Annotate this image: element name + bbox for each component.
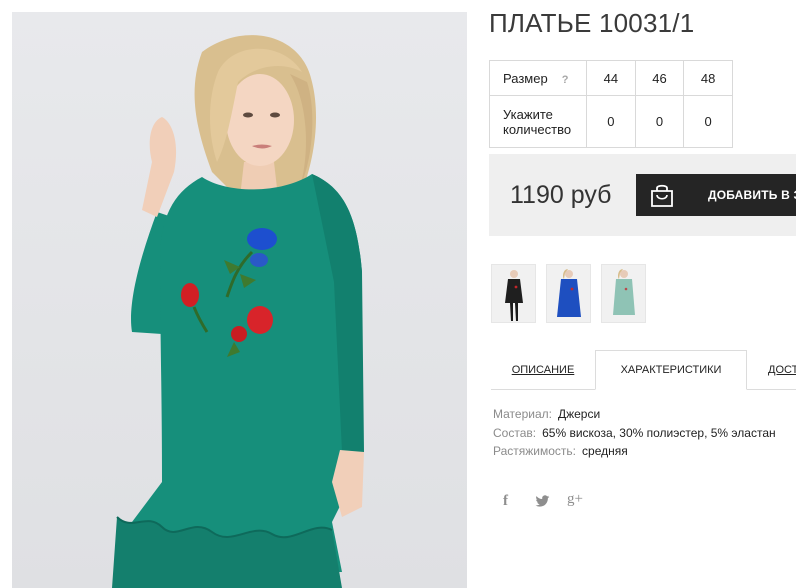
quantity-input-46[interactable]: 0	[634, 95, 685, 148]
add-to-cart-button[interactable]: ДОБАВИТЬ В ЗА	[636, 174, 796, 216]
price-bar: 1190 руб ДОБАВИТЬ В ЗА	[489, 154, 796, 236]
characteristic-material: Материал: Джерси	[493, 405, 776, 424]
size-quantity-table: Размер? 44 46 48 Укажите количество 0 0 …	[489, 60, 733, 148]
add-to-cart-label: ДОБАВИТЬ В ЗА	[708, 188, 796, 202]
variant-thumb-black[interactable]	[491, 264, 536, 323]
size-help-icon[interactable]: ?	[562, 74, 569, 86]
characteristic-composition: Состав: 65% вискоза, 30% полиэстер, 5% эл…	[493, 424, 776, 443]
characteristic-key: Материал:	[493, 407, 552, 421]
quantity-input-48[interactable]: 0	[683, 95, 733, 148]
quantity-row: Укажите количество 0 0 0	[489, 95, 733, 148]
tab-delivery-label: ДОСТ	[768, 364, 796, 376]
tab-description[interactable]: ОПИСАНИЕ	[491, 350, 595, 390]
size-44: 44	[586, 60, 636, 96]
quantity-label-line2: количество	[503, 121, 572, 137]
product-price: 1190 руб	[510, 181, 612, 209]
mint-dress-thumbnail	[602, 265, 645, 322]
characteristic-value: 65% вискоза, 30% полиэстер, 5% эластан	[542, 425, 776, 440]
size-48: 48	[683, 60, 733, 96]
quantity-label-line1: Укажите	[503, 106, 553, 122]
variant-thumb-blue[interactable]	[546, 264, 591, 323]
tab-characteristics[interactable]: ХАРАКТЕРИСТИКИ	[595, 350, 747, 390]
tab-delivery[interactable]: ДОСТ	[768, 350, 796, 390]
characteristic-key: Состав:	[493, 425, 537, 440]
quantity-input-44[interactable]: 0	[586, 95, 636, 148]
twitter-bird-icon	[535, 495, 550, 507]
product-title: ПЛАТЬЕ 10031/1	[489, 8, 695, 38]
facebook-icon[interactable]: f	[503, 493, 508, 510]
product-main-image[interactable]	[12, 12, 467, 588]
black-dress-thumbnail	[492, 265, 535, 322]
characteristic-value: средняя	[582, 444, 628, 458]
green-dress-photo	[112, 35, 364, 588]
size-label-cell: Размер?	[489, 60, 587, 96]
size-label: Размер	[503, 70, 548, 86]
characteristic-value: Джерси	[557, 407, 601, 421]
characteristic-key: Растяжимость:	[493, 444, 577, 458]
variant-thumb-mint[interactable]	[601, 264, 646, 323]
quantity-label: Укажите количество	[489, 95, 587, 148]
shopping-bag-icon	[651, 184, 673, 207]
characteristics-list: Материал: Джерси Состав: 65% вискоза, 30% …	[493, 405, 776, 461]
characteristic-stretch: Растяжимость: средняя	[493, 442, 776, 461]
blue-dress-thumbnail	[547, 265, 590, 322]
tab-description-label: ОПИСАНИЕ	[511, 364, 575, 376]
size-row: Размер? 44 46 48	[489, 60, 733, 96]
google-plus-icon[interactable]: g+	[567, 491, 583, 508]
tab-characteristics-label: ХАРАКТЕРИСТИКИ	[620, 364, 722, 376]
size-46: 46	[634, 60, 685, 96]
twitter-icon[interactable]	[535, 495, 550, 512]
